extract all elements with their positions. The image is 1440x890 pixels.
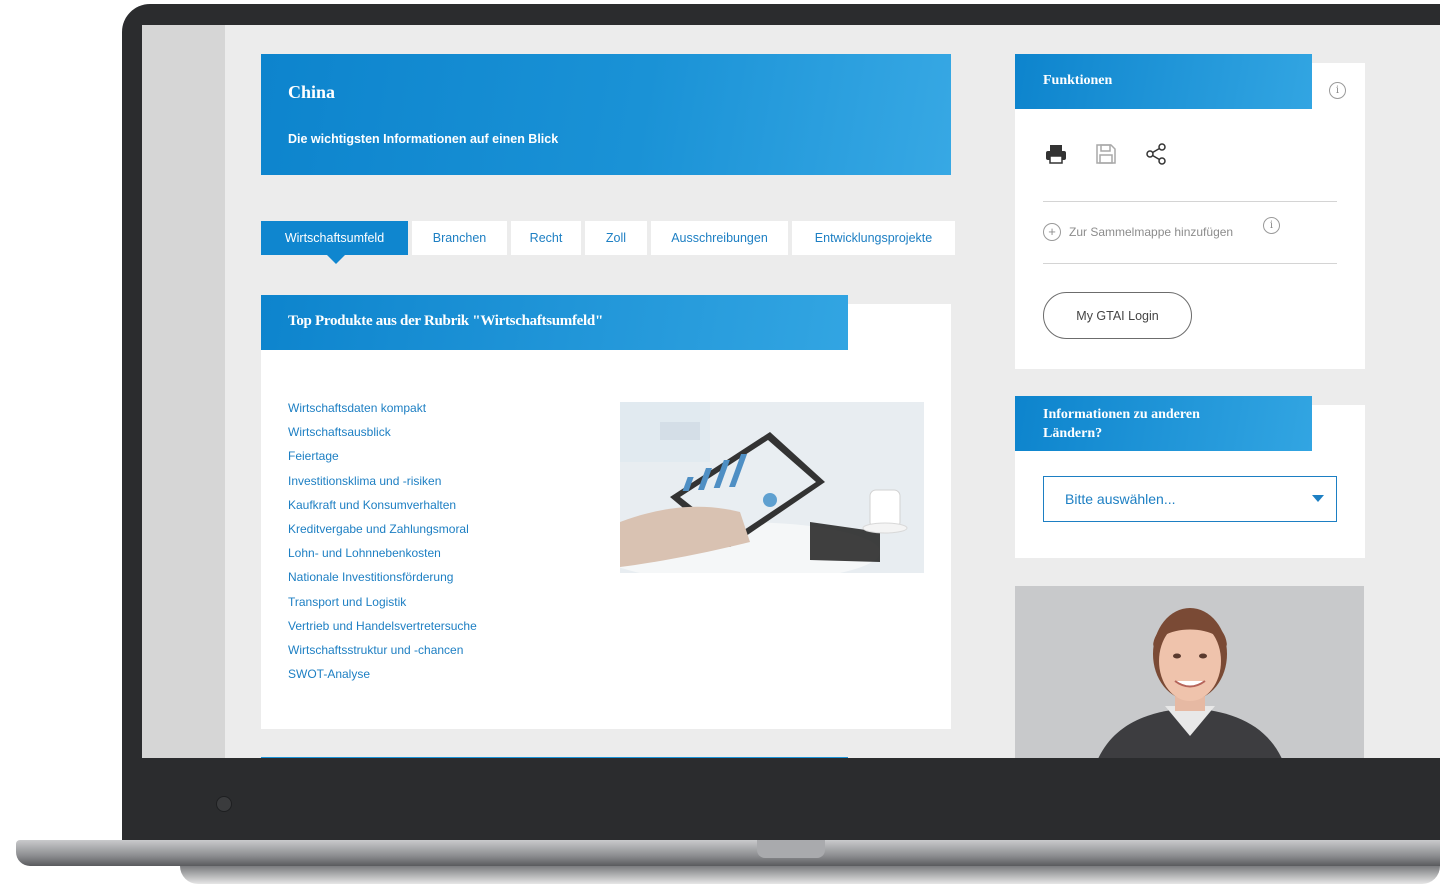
next-section-header (261, 757, 848, 758)
share-icon[interactable] (1144, 142, 1168, 171)
add-to-collection[interactable]: + Zur Sammelmappe hinzufügen (1043, 223, 1233, 241)
tab-wirtschaftsumfeld[interactable]: Wirtschaftsumfeld (261, 221, 408, 264)
divider (1043, 201, 1337, 202)
info-icon[interactable]: i (1263, 217, 1280, 234)
page-subtitle: Die wichtigsten Informationen auf einen … (288, 132, 559, 146)
product-link[interactable]: Kaufkraft und Konsumverhalten (288, 498, 477, 522)
other-countries-title: Informationen zu anderen Ländern? (1043, 407, 1200, 441)
country-select-value: Bitte auswählen... (1065, 491, 1176, 507)
page-title: China (288, 82, 336, 102)
product-link[interactable]: Kreditvergabe und Zahlungsmoral (288, 522, 477, 546)
laptop-notch (757, 840, 825, 858)
product-link[interactable]: Wirtschaftsdaten kompakt (288, 401, 477, 425)
product-link[interactable]: Vertrieb und Handelsvertretersuche (288, 619, 477, 643)
screen: China Die wichtigsten Informationen auf … (142, 25, 1440, 758)
plus-circle-icon: + (1043, 223, 1061, 241)
info-icon[interactable]: i (1329, 82, 1346, 99)
top-products-header: Top Produkte aus der Rubrik "Wirtschafts… (261, 295, 848, 350)
save-icon[interactable] (1094, 142, 1118, 171)
product-link[interactable]: Wirtschaftsausblick (288, 425, 477, 449)
contact-portrait-photo (1015, 586, 1364, 758)
laptop-base (16, 840, 1440, 866)
product-link[interactable]: Investitionsklima und -risiken (288, 474, 477, 498)
print-icon[interactable] (1044, 142, 1068, 171)
divider (1043, 263, 1337, 264)
product-link[interactable]: Transport und Logistik (288, 595, 477, 619)
category-tabs: Wirtschaftsumfeld Branchen Recht Zoll Au… (261, 221, 955, 264)
country-hero: China Die wichtigsten Informationen auf … (261, 54, 951, 175)
tab-entwicklungsprojekte[interactable]: Entwicklungsprojekte (792, 221, 955, 255)
function-icons (1044, 142, 1168, 171)
country-select[interactable]: Bitte auswählen... (1043, 476, 1337, 522)
top-products-title: Top Produkte aus der Rubrik "Wirtschafts… (288, 313, 603, 329)
tab-branchen[interactable]: Branchen (412, 221, 507, 255)
product-link[interactable]: Feiertage (288, 449, 477, 473)
product-list: Wirtschaftsdaten kompakt Wirtschaftsausb… (288, 401, 477, 691)
left-margin (142, 25, 225, 758)
product-link[interactable]: Wirtschaftsstruktur und -chancen (288, 643, 477, 667)
product-link[interactable]: Lohn- und Lohnnebenkosten (288, 546, 477, 570)
other-countries-header: Informationen zu anderen Ländern? (1015, 396, 1312, 451)
login-button[interactable]: My GTAI Login (1043, 292, 1192, 339)
laptop-shadow (180, 866, 1440, 884)
webcam (216, 796, 232, 812)
product-link[interactable]: SWOT-Analyse (288, 667, 477, 691)
tab-recht[interactable]: Recht (511, 221, 581, 255)
tablet-chart-photo (620, 402, 924, 573)
functions-title: Funktionen (1043, 73, 1113, 88)
product-link[interactable]: Nationale Investitionsförderung (288, 570, 477, 594)
add-to-collection-label: Zur Sammelmappe hinzufügen (1069, 225, 1234, 239)
dropdown-caret-icon (1312, 495, 1324, 502)
functions-header: Funktionen (1015, 54, 1312, 109)
tab-ausschreibungen[interactable]: Ausschreibungen (651, 221, 788, 255)
tab-zoll[interactable]: Zoll (585, 221, 647, 255)
